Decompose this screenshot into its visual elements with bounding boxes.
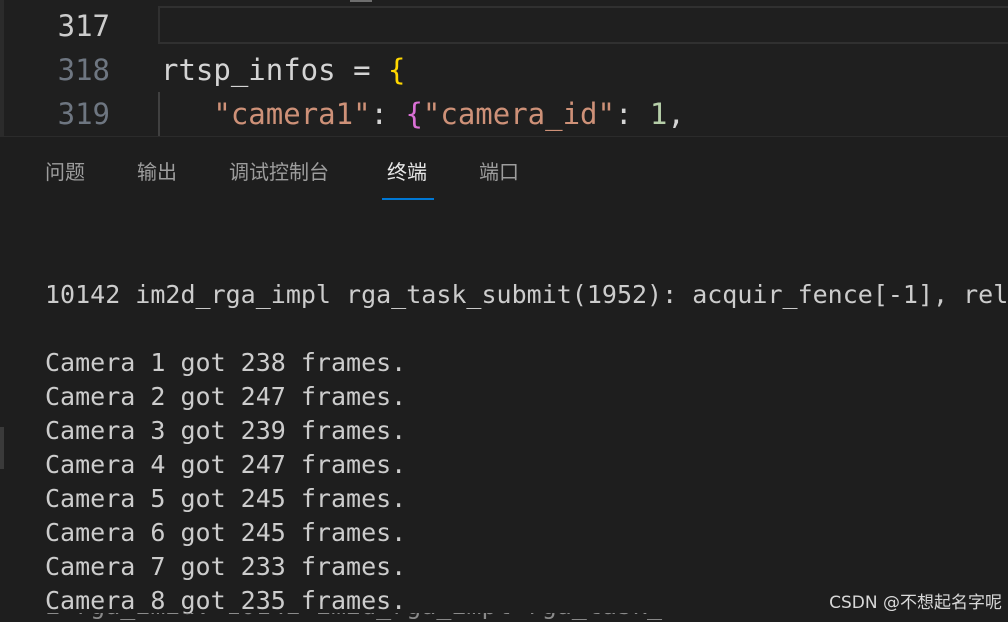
code-line-318[interactable]: rtsp_infos = { xyxy=(161,48,405,92)
panel-tabs: 问题 输出 调试控制台 终端 端口 xyxy=(0,137,1008,201)
terminal-line: Camera 2 got 247 frames. xyxy=(45,382,407,411)
terminal-log-line: 10142 im2d_rga_impl rga_task_submit(1952… xyxy=(45,280,1008,309)
colon-token: : xyxy=(614,97,650,131)
line-number-317: 317 xyxy=(57,9,110,43)
tab-terminal[interactable]: 终端 xyxy=(387,157,427,187)
tab-problems[interactable]: 问题 xyxy=(45,157,85,187)
string-token: "camera_id" xyxy=(422,97,615,131)
variable-token: rtsp_infos xyxy=(161,53,336,87)
colon-token: : xyxy=(370,97,406,131)
code-line-319[interactable]: "camera1": {"camera_id": 1, xyxy=(161,92,685,136)
bottom-panel: 问题 输出 调试控制台 终端 端口 10142 im2d_rga_impl rg… xyxy=(0,136,1008,622)
tab-ports[interactable]: 端口 xyxy=(479,157,519,187)
active-tab-indicator xyxy=(382,198,434,200)
string-token: "camera1" xyxy=(213,97,371,131)
tab-debug-console[interactable]: 调试控制台 xyxy=(229,157,329,187)
editor-left-border xyxy=(0,0,4,136)
terminal-output[interactable]: 10142 im2d_rga_impl rga_task_submit(1952… xyxy=(0,201,1008,622)
tab-output[interactable]: 输出 xyxy=(137,157,177,187)
terminal-line: Camera 7 got 233 frames. xyxy=(45,552,407,581)
current-line-highlight[interactable] xyxy=(158,6,1008,44)
line-number-318: 318 xyxy=(57,53,110,87)
watermark: CSDN @不想起名字呢 xyxy=(829,593,1002,613)
comma-token: , xyxy=(667,97,685,131)
terminal-line: Camera 3 got 239 frames. xyxy=(45,416,407,445)
terminal-line: Camera 6 got 245 frames. xyxy=(45,518,407,547)
brace-token: { xyxy=(405,97,423,131)
line-number-319: 319 xyxy=(57,97,110,131)
number-token: 1 xyxy=(649,97,668,131)
indent-guide xyxy=(158,92,160,136)
terminal-cutoff-line: E rga_im2d: 10142 im2d_rga_impl rga_task… xyxy=(45,613,665,622)
code-editor[interactable]: 317 318 319 rtsp_infos = { "camera1": {"… xyxy=(0,0,1008,136)
terminal-cutoff-text: E rga_im2d: 10142 im2d_rga_impl rga_task… xyxy=(45,613,665,622)
operator-token: = xyxy=(335,53,388,87)
terminal-line: Camera 5 got 245 frames. xyxy=(45,484,407,513)
brace-token: { xyxy=(388,53,406,87)
editor-top-indicator xyxy=(350,0,372,2)
terminal-line: Camera 4 got 247 frames. xyxy=(45,450,407,479)
terminal-line: Camera 1 got 238 frames. xyxy=(45,348,407,377)
